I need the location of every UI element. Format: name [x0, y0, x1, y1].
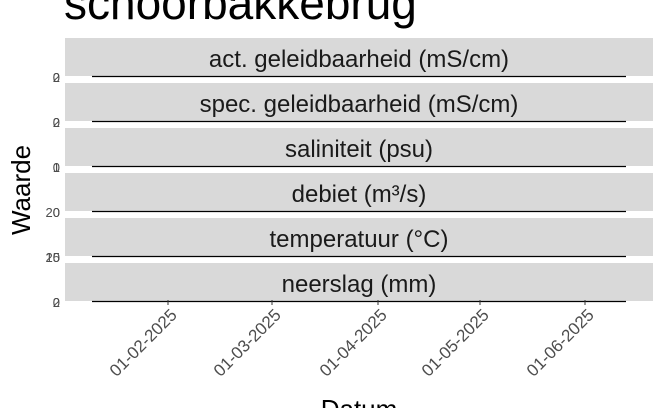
facet-label-2: saliniteit (psu) [285, 136, 433, 163]
y-tick-label-5-1: 0 [53, 295, 60, 310]
facet-label-4: temperatuur (°C) [270, 226, 449, 253]
y-axis-title: Waarde [6, 145, 36, 235]
x-tick-label-2: 01-04-2025 [316, 305, 391, 380]
facet-label-1: spec. geleidbaarheid (mS/cm) [200, 91, 519, 118]
y-tick-label-4-1: 20 [46, 250, 60, 265]
x-tick-label-3: 01-05-2025 [418, 305, 493, 380]
x-tick-label-0: 01-02-2025 [106, 305, 181, 380]
facet-label-0: act. geleidbaarheid (mS/cm) [209, 46, 509, 73]
y-tick-label-0-1: 0 [53, 70, 60, 85]
facet-label-5: neerslag (mm) [282, 271, 437, 298]
x-tick-label-4: 01-06-2025 [523, 305, 598, 380]
facet-label-3: debiet (m³/s) [292, 181, 427, 208]
x-tick-label-1: 01-03-2025 [210, 305, 285, 380]
faceted-chart: act. geleidbaarheid (mS/cm) 20 spec. gelei… [6, 38, 653, 408]
x-axis-title: Datum [321, 394, 398, 408]
y-tick-label-1-1: 0 [53, 115, 60, 130]
y-tick-label-2-1: 0 [53, 160, 60, 175]
y-tick-label-3-1: 0 [53, 205, 60, 220]
